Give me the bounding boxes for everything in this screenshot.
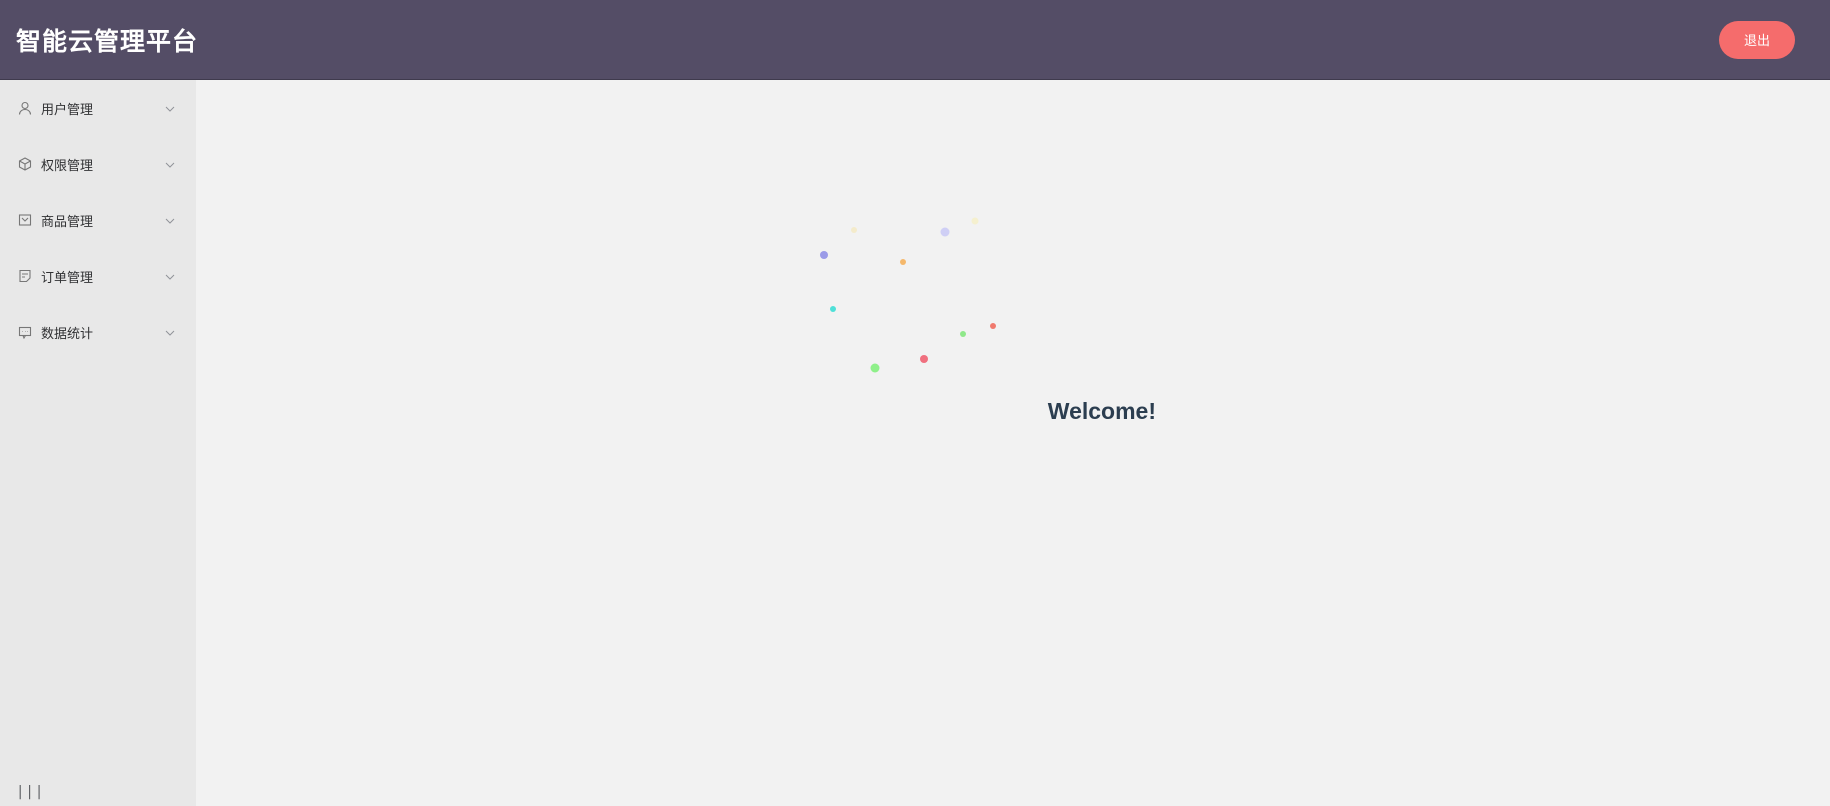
welcome-heading: Welcome! <box>1047 398 1156 424</box>
particle-dot <box>820 251 828 259</box>
particle-dot <box>960 331 966 337</box>
top-header: 智能云管理平台 退出 <box>0 0 1830 80</box>
particle-dot <box>870 363 880 373</box>
logout-button[interactable]: 退出 <box>1719 20 1795 59</box>
sidebar-item-permission-management[interactable]: 权限管理 <box>0 136 196 192</box>
chevron-down-icon <box>164 212 176 224</box>
user-icon <box>18 101 32 115</box>
particle-dot <box>900 259 906 265</box>
app-title: 智能云管理平台 <box>16 26 199 56</box>
sidebar-item-data-statistics[interactable]: 数据统计 <box>0 304 196 360</box>
sidebar-item-label: 用户管理 <box>41 102 94 118</box>
particle-dot <box>920 355 928 363</box>
chevron-down-icon <box>164 324 176 336</box>
welcome-heading-wrap: Welcome! <box>196 398 1634 425</box>
sidebar-item-product-management[interactable]: 商品管理 <box>0 192 196 248</box>
particle-dot <box>990 323 996 329</box>
particle-animation <box>820 217 996 373</box>
sidebar-item-label: 订单管理 <box>41 270 94 286</box>
sidebar-item-label: 数据统计 <box>41 326 94 342</box>
particle-dot <box>971 217 979 225</box>
particle-dot <box>830 306 836 312</box>
chevron-down-icon <box>164 156 176 168</box>
particle-dot <box>851 227 857 233</box>
main-content: Welcome! <box>196 80 1830 806</box>
particle-dot <box>940 227 950 237</box>
inbox-icon <box>18 213 32 227</box>
document-icon <box>18 269 32 283</box>
collapse-sidebar-toggle[interactable]: ||| <box>16 784 44 800</box>
sidebar-item-order-management[interactable]: 订单管理 <box>0 248 196 304</box>
cube-icon <box>18 157 32 171</box>
sidebar-item-user-management[interactable]: 用户管理 <box>0 80 196 136</box>
chevron-down-icon <box>164 100 176 112</box>
chat-monitor-icon <box>18 325 32 339</box>
sidebar-menu: 用户管理 权限管理 商品管理 订单管理 数据统计 ||| <box>0 80 196 806</box>
chevron-down-icon <box>164 268 176 280</box>
sidebar-item-label: 商品管理 <box>41 214 94 230</box>
sidebar-item-label: 权限管理 <box>41 158 94 174</box>
